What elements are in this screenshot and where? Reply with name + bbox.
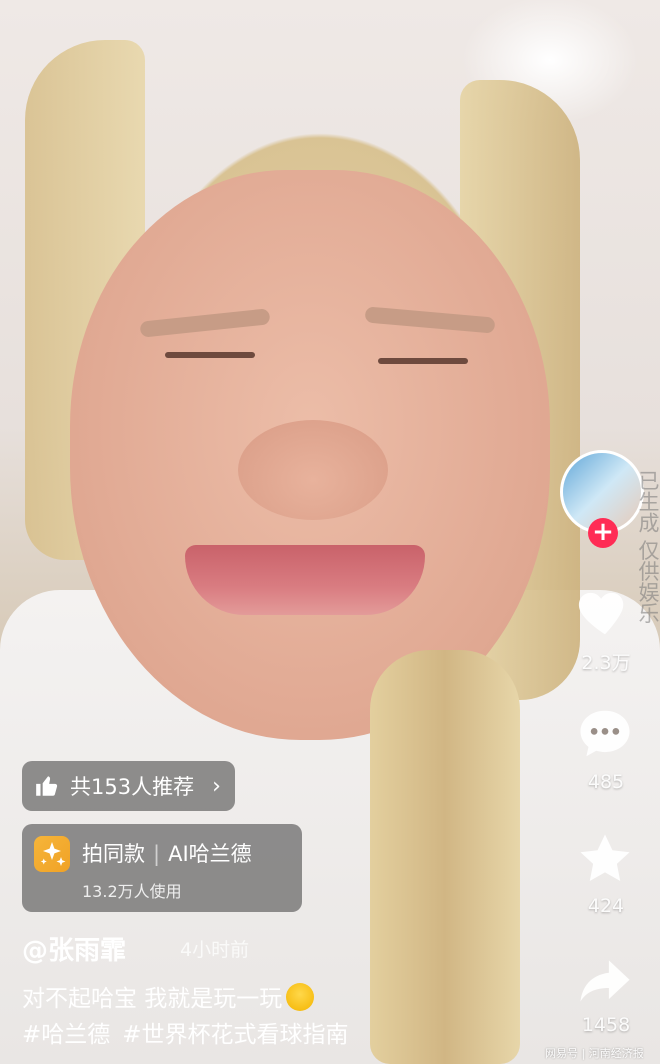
comment-button[interactable] [574, 703, 636, 765]
effect-usage: 13.2万人使用 [82, 882, 182, 901]
hashtag-link[interactable]: #世界杯花式看球指南 [122, 1022, 348, 1048]
share-button[interactable] [574, 950, 636, 1012]
favorite-button[interactable] [574, 828, 636, 890]
shoot-same-label[interactable]: 拍同款 [82, 842, 145, 866]
comment-count: 485 [587, 771, 625, 793]
share-count: 1458 [581, 1014, 631, 1036]
video-hair-tail [370, 650, 520, 1064]
favorite-count: 424 [587, 895, 625, 917]
effect-title: 拍同款 | AI哈兰德 [82, 838, 252, 868]
heart-icon [578, 592, 624, 635]
like-button[interactable] [574, 580, 636, 642]
effect-name[interactable]: AI哈兰德 [168, 842, 252, 866]
video-mouth [185, 545, 425, 615]
tongue-emoji-icon [286, 983, 315, 1011]
thumbs-up-icon [36, 776, 58, 796]
video-eye-right [378, 358, 468, 364]
plus-icon: + [592, 517, 614, 547]
ai-watermark: 已生成 仅供娱乐 [636, 470, 660, 624]
recommend-label: 共153人推荐 [70, 775, 195, 799]
effect-card[interactable]: 拍同款 | AI哈兰德 13.2万人使用 [22, 824, 302, 912]
recommend-pill[interactable]: 共153人推荐 › [22, 761, 235, 811]
post-caption: 对不起哈宝 我就是玩一玩 [22, 979, 315, 1013]
effect-divider: | [153, 842, 161, 866]
video-eye-left [165, 352, 255, 358]
star-icon [580, 834, 630, 881]
video-nose [238, 420, 388, 520]
hashtag-link[interactable]: #哈兰德 [22, 1022, 110, 1048]
source-watermark: 网易号 | 河南经济报 [545, 1047, 644, 1060]
hashtag-row: #哈兰德 #世界杯花式看球指南 [22, 1015, 349, 1049]
sparkle-icon [34, 836, 70, 872]
follow-button[interactable]: + [588, 518, 618, 548]
share-icon [580, 960, 630, 1002]
chevron-right-icon: › [212, 773, 221, 799]
comment-icon [580, 710, 630, 757]
caption-text: 对不起哈宝 我就是玩一玩 [22, 986, 283, 1012]
author-name[interactable]: @张雨霏 [22, 930, 126, 967]
post-time: 4小时前 [180, 939, 250, 961]
like-count: 2.3万 [581, 652, 631, 674]
